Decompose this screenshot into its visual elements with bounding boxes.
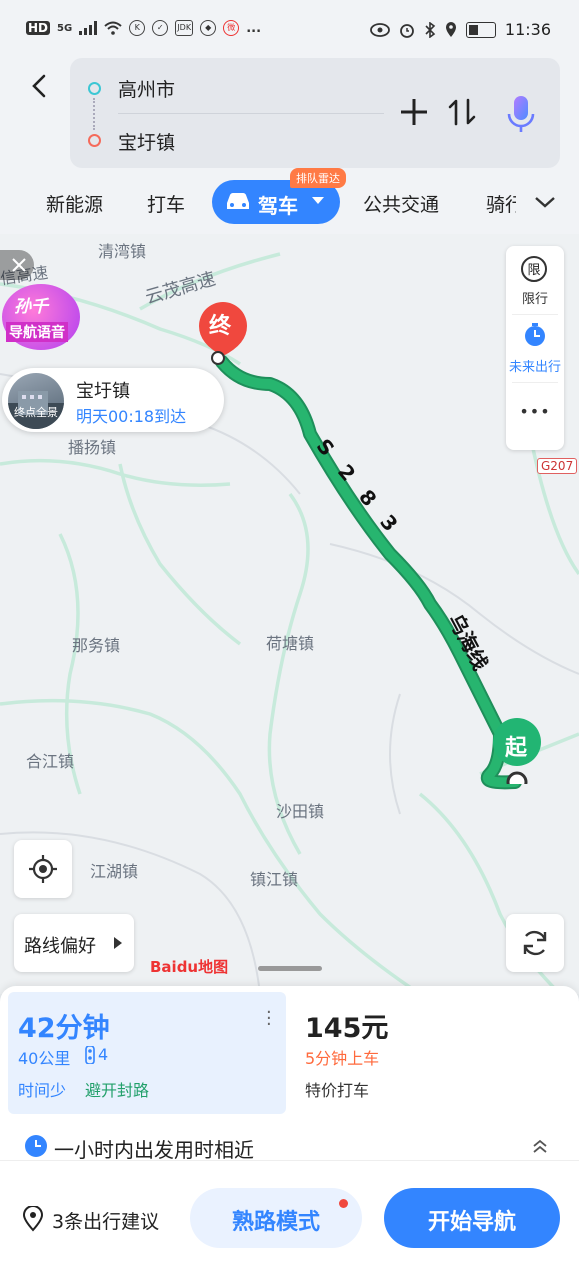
queue-radar-badge: 排队雷达 [290,168,346,188]
more-options-icon[interactable]: ••• [506,402,564,421]
car-icon [227,193,249,209]
tab-public-transit[interactable]: 公共交通 [363,190,439,217]
side-divider-2 [512,382,558,383]
end-marker-label: 终 [209,314,232,339]
signal-icon [79,21,98,35]
origin-field[interactable]: 高州市 [118,75,175,102]
traffic-light-icon [85,1046,95,1064]
departure-hint[interactable]: 一小时内出发用时相近 [54,1134,254,1163]
highway-shield-g207: G207 [537,458,578,474]
map-label-qingwan: 清湾镇 [98,242,147,261]
voice-mic-icon[interactable] [504,94,538,134]
route-preference-label: 路线偏好 [24,936,96,957]
promo-line1: 孙千 [14,297,48,317]
taxi-type: 特价打车 [305,1081,370,1100]
map-label-hetang: 荷塘镇 [266,634,315,653]
close-icon [12,258,26,272]
network-indicator: 5G [57,22,73,34]
app2-icon: ◆ [200,20,217,36]
route-tag-fast: 时间少 [18,1081,67,1100]
double-chevron-up-icon[interactable] [532,1138,548,1154]
taxi-price[interactable]: 145元 [305,1006,388,1045]
jdk-icon: JDK [175,20,194,36]
promo-line2: 导航语音 [6,322,68,342]
side-divider [512,314,558,315]
taxi-pickup-time: 5分钟上车 [305,1049,380,1068]
tab-cycling[interactable]: 骑行 [486,190,516,217]
weibo-icon: 微 [223,20,240,36]
route-connector [93,98,95,130]
origin-dot-icon [88,82,101,95]
sheet-drag-handle[interactable] [258,966,322,971]
location-status-icon [445,21,456,37]
chevron-down-icon[interactable] [533,192,557,212]
route-duration: 42分钟 [18,1013,110,1044]
start-navigation-label: 开始导航 [427,1210,516,1235]
map-label-jianghu: 江湖镇 [90,862,139,881]
destination-panorama-thumb[interactable] [8,373,64,429]
traffic-limit-icon[interactable]: 限 [521,256,547,282]
field-divider [118,113,384,114]
triangle-right-icon [114,937,122,949]
alarm-icon [399,23,414,38]
wifi-icon [104,21,122,35]
tab-drive-label: 驾车 [258,194,298,218]
status-left-icons: HD 5G K ✓ JDK ◆ 微 ... [26,20,261,36]
locate-icon [29,855,57,883]
future-trip-label[interactable]: 未来出行 [506,356,564,375]
hd-indicator: HD [26,21,51,35]
notification-dot [339,1199,348,1208]
drive-dropdown-icon[interactable] [311,196,325,206]
departure-clock-icon [25,1135,47,1157]
tab-new-energy[interactable]: 新能源 [46,190,103,217]
app-icon: ✓ [152,20,169,36]
refresh-icon [523,930,547,956]
traffic-light-count: 4 [98,1045,109,1064]
map-label-shatian: 沙田镇 [276,802,325,821]
back-arrow-icon[interactable] [26,72,54,100]
route-tag-avoid: 避开封路 [85,1081,150,1100]
eye-icon [369,22,390,37]
familiar-mode-label: 熟路模式 [231,1210,320,1235]
bluetooth-icon [425,21,436,38]
battery-icon [465,21,496,38]
route-more-icon[interactable]: · · · [266,1004,274,1034]
pin-icon [22,1206,44,1232]
add-waypoint-icon[interactable] [398,96,430,128]
clock-icon[interactable] [522,322,548,348]
swap-route-icon[interactable] [446,96,478,128]
status-right: 11:36 [369,20,551,39]
destination-dot-icon [88,134,101,147]
map-view[interactable]: 清湾镇 云茂高速 信高速 播扬镇 那务镇 荷塘镇 合江镇 沙田镇 江湖镇 镇江镇… [0,234,579,994]
map-label-nawu: 那务镇 [72,636,121,655]
panorama-label: 终点全景 [14,406,58,419]
more-status-icon: ... [246,20,262,36]
baidu-map-logo: Baidu地图 [150,958,229,976]
tab-taxi[interactable]: 打车 [147,190,185,217]
route-distance: 40公里 [18,1049,71,1068]
trip-suggestions[interactable]: 3条出行建议 [52,1207,159,1234]
k-app-icon: K [129,20,146,36]
status-time: 11:36 [504,20,551,39]
arrival-time: 明天00:18到达 [76,407,187,426]
map-label-hejiang: 合江镇 [26,752,75,771]
destination-name: 宝圩镇 [76,381,130,402]
map-label-boyang: 播扬镇 [68,438,117,457]
destination-field[interactable]: 宝圩镇 [118,128,175,155]
map-label-zhenjiang: 镇江镇 [250,870,299,889]
start-marker-label: 起 [505,736,528,761]
traffic-limit-label[interactable]: 限行 [506,288,564,307]
